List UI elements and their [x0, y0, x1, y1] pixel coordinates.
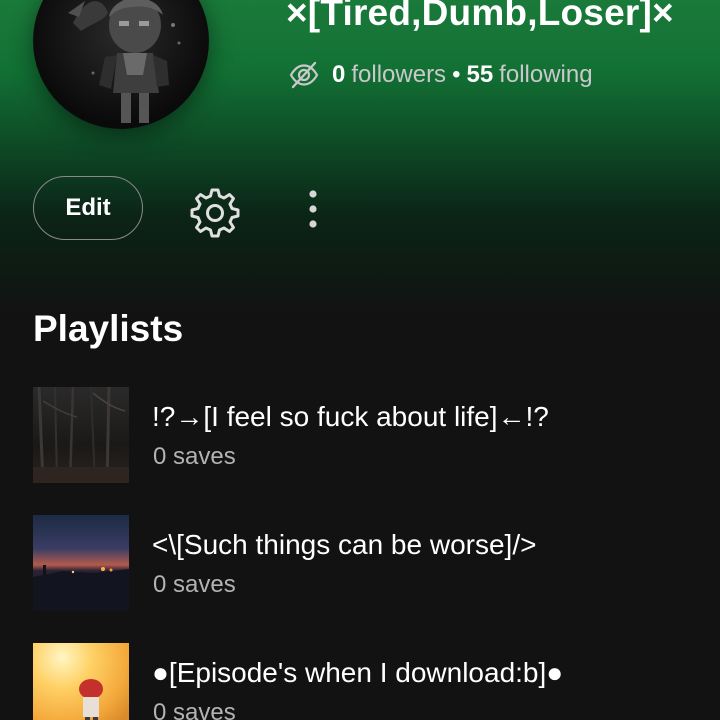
playlist-cover-image	[33, 643, 129, 720]
playlist-cover-image	[33, 515, 129, 611]
playlists-section-title: Playlists	[33, 308, 184, 349]
more-options-button[interactable]	[296, 186, 330, 232]
playlist-saves: 0 saves	[153, 443, 236, 470]
profile-page: ×[Tired,Dumb,Loser]× 0 followers • 55 fo…	[0, 0, 720, 720]
more-vertical-icon	[309, 190, 317, 228]
gear-icon	[190, 188, 240, 238]
playlist-title: ●[Episode's when I download:b]●	[152, 657, 564, 688]
profile-avatar[interactable]	[33, 0, 209, 129]
playlist-saves: 0 saves	[153, 571, 236, 598]
playlist-title: <\[Such things can be worse]/>	[152, 529, 537, 560]
edit-button-label: Edit	[65, 194, 111, 221]
profile-stats: 0 followers • 55 following	[288, 58, 593, 92]
stats-separator: •	[452, 61, 461, 88]
following-label[interactable]: following	[499, 61, 592, 89]
playlist-title: !?→[I feel so fuck about life]←!?	[152, 401, 549, 432]
edit-profile-button[interactable]: Edit	[33, 176, 143, 240]
playlist-item[interactable]: !?→[I feel so fuck about life]←!? 0 save…	[33, 387, 693, 483]
eye-off-icon	[289, 61, 319, 89]
following-count[interactable]: 55	[466, 61, 493, 89]
playlist-item[interactable]: <\[Such things can be worse]/> 0 saves	[33, 515, 693, 611]
avatar-figure-illustration	[68, 0, 181, 123]
followers-count[interactable]: 0	[332, 61, 345, 89]
playlist-cover-image	[33, 387, 129, 483]
settings-button[interactable]	[188, 184, 242, 238]
playlist-saves: 0 saves	[153, 699, 236, 720]
followers-label[interactable]: followers	[351, 61, 446, 89]
playlist-item[interactable]: ●[Episode's when I download:b]● 0 saves	[33, 643, 693, 720]
profile-name: ×[Tired,Dumb,Loser]×	[286, 0, 674, 33]
